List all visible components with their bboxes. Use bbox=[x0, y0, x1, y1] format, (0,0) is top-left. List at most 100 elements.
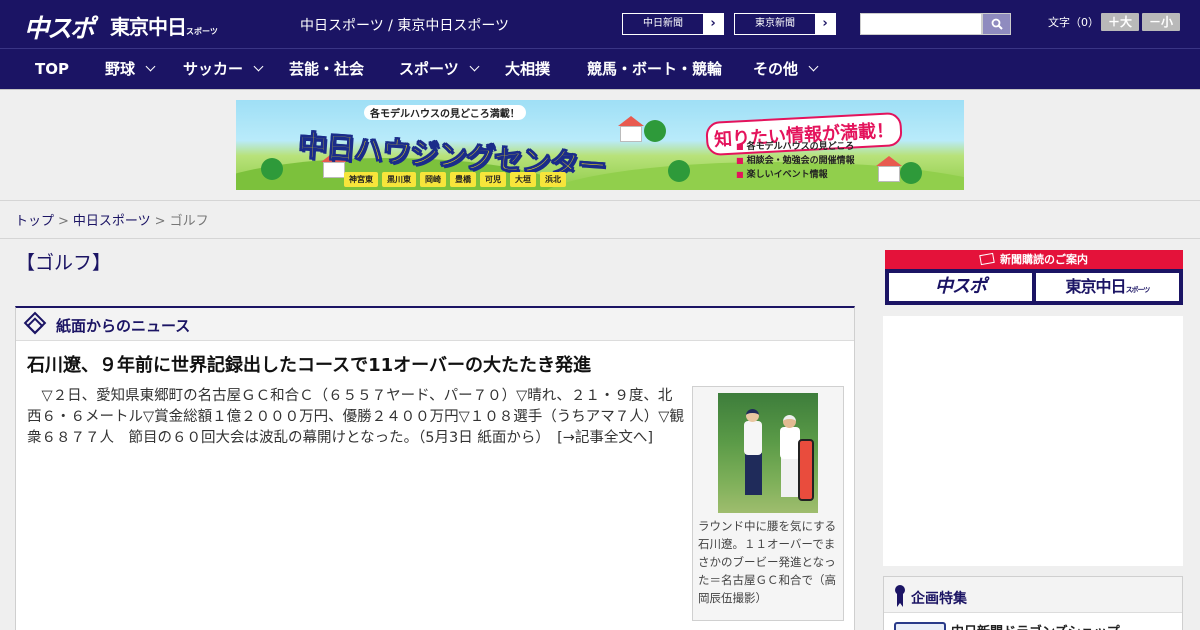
nav-item-others[interactable]: その他 bbox=[753, 49, 819, 89]
nav-item-soccer[interactable]: サッカー bbox=[183, 49, 264, 89]
house-roof-icon bbox=[876, 156, 902, 166]
article-headline[interactable]: 石川遼、９年前に世界記録出したコースで11オーバーの大たたき発進 bbox=[27, 351, 591, 377]
nav-item-racing[interactable]: 競馬・ボート・競輪 bbox=[587, 49, 722, 89]
photo-figure bbox=[781, 457, 798, 497]
nav-label: 野球 bbox=[105, 60, 136, 78]
photo-figure bbox=[783, 415, 796, 428]
sidebar-ad-slot bbox=[883, 316, 1183, 566]
nav-item-entertainment[interactable]: 芸能・社会 bbox=[289, 49, 364, 89]
breadcrumb-separator: > bbox=[58, 214, 69, 229]
article-summary: ▽２日、愛知県東郷町の名古屋ＧＣ和合Ｃ（６５５７ヤード、パー７０）▽晴れ、２１・… bbox=[27, 386, 685, 449]
font-smaller-button[interactable]: －小 bbox=[1142, 13, 1180, 31]
search-input[interactable] bbox=[860, 13, 982, 35]
subscribe-tokyo-logo-main: 東京中日 bbox=[1065, 277, 1127, 296]
feature-title: 企画特集 bbox=[911, 591, 967, 607]
feature-thumbnail[interactable] bbox=[894, 622, 946, 630]
subscribe-tokyo-chunichi-button[interactable]: 東京中日スポーツ bbox=[1036, 273, 1179, 301]
photo-figure bbox=[780, 427, 800, 459]
photo-caption: ラウンド中に腰を気にする石川遼。１１オーバーでまさかのブービー発進となった＝名古… bbox=[698, 519, 837, 605]
breadcrumb-chunichi-sports-link[interactable]: 中日スポーツ bbox=[73, 214, 151, 229]
banner-list-item: 楽しいイベント情報 bbox=[736, 168, 855, 182]
banner-town: 神宮東 bbox=[344, 172, 378, 187]
tree-icon bbox=[900, 162, 922, 184]
photo-figure bbox=[746, 409, 759, 422]
article-photo-box: ラウンド中に腰を気にする石川遼。１１オーバーでまさかのブービー発進となった＝名古… bbox=[692, 386, 844, 621]
breadcrumb-home-link[interactable]: トップ bbox=[15, 214, 54, 229]
search-button[interactable] bbox=[982, 13, 1011, 35]
article-photo[interactable] bbox=[718, 393, 818, 513]
nav-label: その他 bbox=[753, 60, 799, 78]
nav-label: TOP bbox=[35, 60, 69, 78]
search-icon bbox=[991, 18, 1003, 30]
banner-towns: 神宮東 黒川東 岡崎 豊橋 可児 大垣 浜北 bbox=[344, 167, 570, 187]
ribbon-icon bbox=[895, 585, 905, 607]
subscribe-tokyo-logo-small: スポーツ bbox=[1125, 286, 1151, 294]
tokyo-shimbun-link[interactable]: 東京新聞 › bbox=[734, 13, 836, 35]
feature-box: 企画特集 中日新聞ドラゴンズショップ bbox=[883, 576, 1183, 630]
banner-town: 黒川東 bbox=[382, 172, 416, 187]
tree-icon bbox=[644, 120, 666, 142]
house-icon bbox=[620, 126, 642, 142]
news-panel-title: 紙面からのニュース bbox=[56, 317, 191, 335]
banner-list-item: 各モデルハウスの見どころ bbox=[736, 140, 855, 154]
newspaper-icon bbox=[979, 252, 995, 266]
photo-figure bbox=[745, 453, 762, 495]
nav-item-top[interactable]: TOP bbox=[35, 49, 69, 89]
tokyo-shimbun-label: 東京新聞 bbox=[755, 18, 795, 29]
breadcrumb-separator: > bbox=[154, 214, 166, 229]
banner-town: 浜北 bbox=[540, 172, 566, 187]
nav-label: スポーツ bbox=[399, 60, 459, 78]
housing-center-banner[interactable]: 各モデルハウスの見どころ満載！ 中日ハウジングセンター 神宮東 黒川東 岡崎 豊橋 可児… bbox=[236, 100, 964, 190]
photo-figure bbox=[744, 421, 762, 455]
nav-divider bbox=[0, 89, 1200, 90]
nav-label: 大相撲 bbox=[505, 60, 551, 78]
subscription-box: 新聞購読のご案内 中スポ 東京中日スポーツ bbox=[885, 250, 1183, 305]
banner-list-item: 相談会・勉強会の開催情報 bbox=[736, 154, 855, 168]
breadcrumb: トップ > 中日スポーツ > ゴルフ bbox=[15, 210, 209, 229]
banner-list: 各モデルハウスの見どころ 相談会・勉強会の開催情報 楽しいイベント情報 bbox=[736, 140, 855, 182]
breadcrumb-current: ゴルフ bbox=[169, 214, 209, 229]
banner-town: 岡崎 bbox=[420, 172, 446, 187]
nav-label: サッカー bbox=[183, 60, 244, 78]
nav-item-sumo[interactable]: 大相撲 bbox=[505, 49, 550, 89]
font-size-label: 文字（0） bbox=[1048, 16, 1099, 29]
news-panel: 紙面からのニュース 石川遼、９年前に世界記録出したコースで11オーバーの大たたき… bbox=[15, 306, 855, 630]
main-nav: TOP 野球 サッカー 芸能・社会 スポーツ 大相撲 競馬・ボート・競輪 その他 bbox=[0, 48, 1200, 89]
tree-icon bbox=[261, 158, 283, 180]
banner-town: 大垣 bbox=[510, 172, 536, 187]
chevron-right-icon: › bbox=[703, 14, 723, 34]
site-title: 中日スポーツ / 東京中日スポーツ bbox=[300, 18, 510, 34]
tokyo-logo-main: 東京中日 bbox=[110, 15, 187, 39]
diamond-icon bbox=[23, 311, 47, 335]
feature-header: 企画特集 bbox=[884, 577, 1182, 613]
nav-label: 競馬・ボート・競輪 bbox=[587, 60, 723, 78]
breadcrumb-divider bbox=[0, 200, 1200, 201]
font-bigger-button[interactable]: ＋大 bbox=[1101, 13, 1139, 31]
site-header: 中スポ 東京中日スポーツ 中日スポーツ / 東京中日スポーツ 中日新聞 › 東京… bbox=[0, 0, 1200, 48]
tokyo-chunichi-logo[interactable]: 東京中日スポーツ bbox=[110, 11, 218, 40]
chevron-down-icon bbox=[145, 61, 156, 72]
chevron-down-icon bbox=[253, 61, 264, 72]
chusupo-logo[interactable]: 中スポ bbox=[24, 9, 95, 45]
news-panel-header: 紙面からのニュース bbox=[16, 308, 854, 341]
page-title: 【ゴルフ】 bbox=[16, 252, 112, 274]
tokyo-logo-small: スポーツ bbox=[186, 27, 218, 36]
subscription-header: 新聞購読のご案内 bbox=[885, 250, 1183, 269]
chevron-right-icon: › bbox=[815, 14, 835, 34]
house-icon bbox=[878, 166, 900, 182]
breadcrumb-divider bbox=[0, 238, 1200, 239]
chunichi-shimbun-label: 中日新聞 bbox=[643, 18, 683, 29]
nav-item-sports[interactable]: スポーツ bbox=[399, 49, 480, 89]
chevron-down-icon bbox=[808, 61, 819, 72]
nav-label: 芸能・社会 bbox=[289, 60, 365, 78]
nav-item-baseball[interactable]: 野球 bbox=[105, 49, 156, 89]
golf-bag-icon bbox=[798, 439, 814, 501]
banner-town: 可児 bbox=[480, 172, 506, 187]
feature-item-dragons-shop[interactable]: 中日新聞ドラゴンズショップ bbox=[951, 621, 1120, 630]
tree-icon bbox=[668, 160, 690, 182]
house-roof-icon bbox=[618, 116, 644, 126]
subscribe-chusupo-button[interactable]: 中スポ bbox=[889, 273, 1032, 301]
banner-town: 豊橋 bbox=[450, 172, 476, 187]
read-full-article-link[interactable]: [→記事全文へ] bbox=[543, 430, 653, 446]
chunichi-shimbun-link[interactable]: 中日新聞 › bbox=[622, 13, 724, 35]
